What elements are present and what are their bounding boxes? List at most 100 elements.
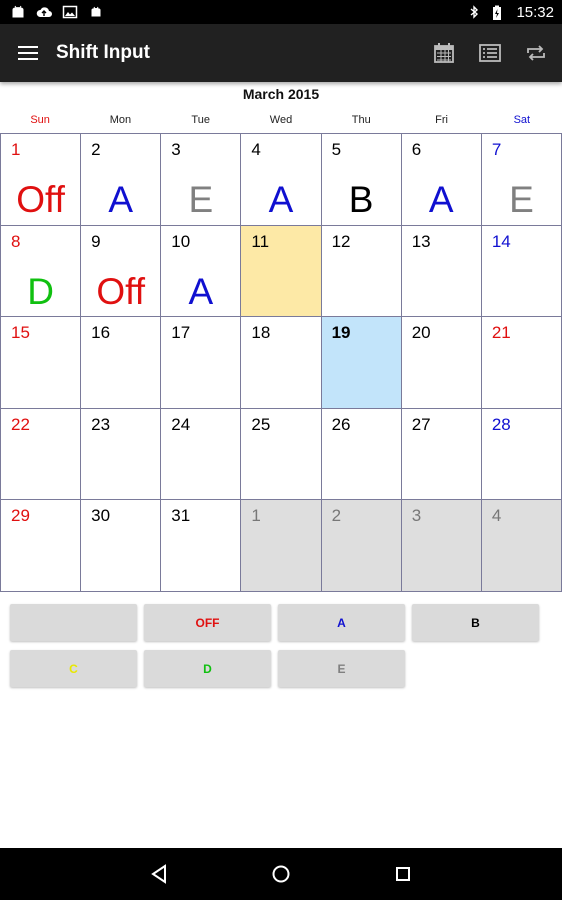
shift-label: A	[108, 179, 134, 220]
day-cell[interactable]: 24	[161, 408, 242, 500]
home-icon[interactable]	[266, 859, 296, 889]
month-title: March 2015	[242, 86, 320, 102]
day-number: 12	[331, 231, 351, 251]
calendar-week-row: 29 30 31 1 2 3 4	[1, 500, 562, 592]
day-number: 21	[491, 323, 511, 342]
shift-label: E	[188, 179, 214, 220]
day-number: 3	[171, 140, 181, 159]
image-icon	[62, 5, 78, 19]
day-number: 14	[491, 231, 511, 251]
day-number: 20	[411, 323, 431, 342]
cloud-upload-icon	[36, 5, 52, 19]
day-cell[interactable]: 17	[161, 317, 242, 409]
shift-label: A	[268, 179, 294, 220]
day-cell[interactable]: 22	[1, 408, 82, 500]
day-number: 8	[11, 231, 21, 251]
shift-button-d[interactable]: D	[144, 650, 271, 687]
day-cell[interactable]: 28	[481, 408, 562, 500]
battery-icon	[492, 5, 508, 20]
calendar-week-row: 15 16 17 18 19 20 21	[1, 317, 562, 409]
weekday-mon: Mon	[109, 114, 132, 126]
day-number: 2	[91, 140, 101, 159]
day-cell[interactable]: 26	[321, 408, 402, 500]
day-number: 19	[331, 323, 351, 342]
day-number: 26	[331, 414, 351, 434]
day-cell[interactable]: 18	[241, 317, 322, 409]
day-number: 28	[491, 414, 511, 434]
day-cell[interactable]: 5B	[321, 134, 402, 226]
day-number: 16	[91, 323, 111, 342]
shift-button-e[interactable]: E	[278, 650, 405, 687]
day-number: 6	[411, 140, 422, 159]
day-cell[interactable]: 2A	[81, 134, 162, 226]
calendar-week-row: 1 Off 2 A 3 E 4 A 5 B 6 A 7 E	[1, 134, 562, 226]
day-cell[interactable]: 21	[481, 317, 562, 409]
day-number: 3	[411, 506, 422, 525]
day-cell[interactable]: 3	[401, 500, 482, 592]
day-cell[interactable]: 3E	[161, 134, 242, 226]
day-cell[interactable]: 8D	[1, 225, 82, 317]
shift-button-c[interactable]: C	[10, 650, 137, 687]
day-number: 17	[171, 323, 191, 342]
day-cell[interactable]: 1	[241, 500, 322, 592]
day-number: 11	[251, 231, 270, 251]
calendar-grid: 1 Off 2 A 3 E 4 A 5 B 6 A 7 E 8 D 9 Off 10 A 11 12 13 14 15 16 17 1…	[0, 133, 562, 592]
day-cell[interactable]: 14	[481, 225, 562, 317]
shift-label: A	[428, 179, 454, 220]
day-cell[interactable]: 20	[401, 317, 482, 409]
day-number: 7	[491, 140, 502, 159]
list-icon[interactable]	[476, 39, 504, 67]
shift-button-b[interactable]: B	[412, 604, 539, 641]
day-number: 13	[411, 231, 431, 251]
day-cell[interactable]: 29	[1, 500, 82, 592]
weekday-sat: Sat	[513, 114, 531, 126]
shift-button-a[interactable]: A	[278, 604, 405, 641]
app-title: Shift Input	[56, 42, 150, 63]
day-cell[interactable]: 2	[321, 500, 402, 592]
day-number: 10	[171, 231, 191, 251]
weekday-thu: Thu	[351, 114, 371, 126]
day-cell[interactable]: 19	[321, 317, 402, 409]
day-cell[interactable]: 9 Off	[81, 225, 162, 317]
back-icon[interactable]	[144, 859, 174, 889]
weekday-header: Sun Mon Tue Wed Thu Fri Sat	[0, 114, 562, 132]
day-cell[interactable]: 10 A	[161, 225, 242, 317]
day-cell[interactable]: 4A	[241, 134, 322, 226]
day-number: 9	[91, 231, 101, 251]
day-cell[interactable]: 12	[321, 225, 402, 317]
day-number: 5	[331, 140, 342, 159]
day-number: 25	[251, 414, 271, 434]
day-cell[interactable]: 13	[401, 225, 482, 317]
android-icon	[10, 5, 26, 19]
day-cell[interactable]: 11	[241, 225, 322, 317]
day-number: 27	[411, 414, 431, 434]
day-cell[interactable]: 25	[241, 408, 322, 500]
day-number: 4	[491, 506, 502, 525]
calendar-week-row: 8 D 9 Off 10 A 11 12 13 14	[1, 225, 562, 317]
shift-button-off[interactable]: OFF	[144, 604, 271, 641]
day-cell[interactable]: 1 Off	[1, 134, 82, 226]
shift-label: Off	[96, 270, 146, 312]
day-cell[interactable]: 27	[401, 408, 482, 500]
day-number: 24	[171, 414, 191, 434]
day-cell[interactable]: 30	[81, 500, 162, 592]
day-cell[interactable]: 6A	[401, 134, 482, 226]
day-cell[interactable]: 23	[81, 408, 162, 500]
day-cell[interactable]: 4	[481, 500, 562, 592]
weekday-fri: Fri	[435, 114, 448, 126]
day-number: 23	[91, 414, 111, 434]
calendar-icon[interactable]	[430, 39, 458, 67]
day-number: 30	[91, 506, 111, 525]
day-number: 22	[11, 414, 30, 434]
day-cell[interactable]: 15	[1, 317, 82, 409]
day-number: 1	[251, 506, 261, 525]
shift-label: Off	[16, 179, 65, 220]
day-cell[interactable]: 7E	[481, 134, 562, 226]
day-cell[interactable]: 16	[81, 317, 162, 409]
shift-button-clear[interactable]	[10, 604, 137, 641]
day-cell[interactable]: 31	[161, 500, 242, 592]
repeat-icon[interactable]	[522, 39, 550, 67]
menu-icon[interactable]	[0, 24, 56, 82]
recents-icon[interactable]	[388, 859, 418, 889]
android-debug-icon	[88, 5, 104, 19]
